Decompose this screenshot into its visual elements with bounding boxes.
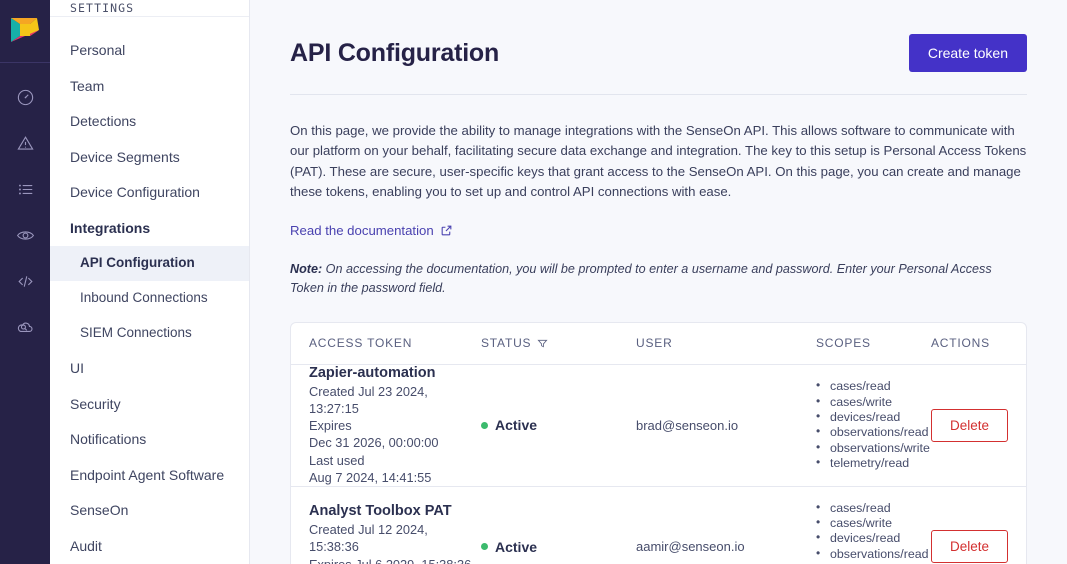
column-header-actions: ACTIONS	[931, 336, 990, 351]
token-expires-value: Dec 31 2026, 00:00:00	[309, 435, 439, 451]
status-badge: Active	[495, 417, 538, 434]
table-row: Analyst Toolbox PAT Created Jul 12 2024,…	[291, 487, 1026, 564]
main-content: API Configuration Create token On this p…	[250, 0, 1067, 564]
status-cell: Active	[481, 417, 636, 433]
delete-token-button[interactable]: Delete	[931, 408, 1009, 442]
user-email: brad@senseon.io	[636, 417, 739, 433]
sidebar-item-senseon[interactable]: SenseOn	[50, 493, 249, 529]
sidebar-subitem-inbound-connections[interactable]: Inbound Connections	[50, 281, 249, 316]
token-info-cell: Zapier-automation Created Jul 23 2024, 1…	[291, 365, 481, 487]
alerts-warning-icon[interactable]	[0, 123, 50, 163]
column-header-status-label: STATUS	[481, 336, 532, 351]
senseon-logo[interactable]	[7, 12, 43, 48]
table-row: Zapier-automation Created Jul 23 2024, 1…	[291, 364, 1026, 488]
list-icon[interactable]	[0, 169, 50, 209]
create-token-button[interactable]: Create token	[908, 34, 1027, 72]
scope-item: cases/write	[816, 394, 931, 410]
token-lastused-label: Last used	[309, 452, 365, 468]
sidebar-item-device-configuration[interactable]: Device Configuration	[50, 175, 249, 211]
sidebar-nav-list: Personal Team Detections Device Segments…	[50, 17, 249, 564]
sidebar-item-audit[interactable]: Audit	[50, 529, 249, 564]
sidebar-item-detections[interactable]: Detections	[50, 104, 249, 140]
status-cell: Active	[481, 539, 636, 555]
icon-rail	[0, 0, 50, 564]
column-header-access-token: ACCESS TOKEN	[309, 336, 413, 351]
header-divider	[290, 94, 1027, 95]
read-documentation-label: Read the documentation	[290, 222, 434, 238]
column-header-user: USER	[636, 336, 673, 351]
intro-paragraph: On this page, we provide the ability to …	[290, 123, 1027, 200]
actions-cell: Delete	[931, 408, 1026, 442]
filter-icon[interactable]	[537, 338, 548, 349]
scopes-cell: cases/read cases/write devices/read obse…	[816, 378, 931, 471]
scope-item: devices/read	[816, 530, 931, 546]
code-brackets-icon[interactable]	[0, 261, 50, 301]
scope-item: devices/read	[816, 409, 931, 425]
token-name: Analyst Toolbox PAT	[309, 503, 452, 520]
sidebar-item-security[interactable]: Security	[50, 387, 249, 423]
scope-item: telemetry/read	[816, 455, 931, 471]
settings-sidebar: SETTINGS Personal Team Detections Device…	[50, 0, 250, 564]
scope-item: cases/read	[816, 500, 931, 516]
scope-item: observations/read	[816, 546, 931, 562]
tokens-table: ACCESS TOKEN STATUS USER SCOPES ACTIONS …	[290, 321, 1027, 564]
note-label: Note:	[290, 261, 323, 276]
token-created: Created Jul 23 2024, 13:27:15	[309, 383, 428, 416]
table-header-row: ACCESS TOKEN STATUS USER SCOPES ACTIONS	[291, 323, 1026, 365]
token-name: Zapier-automation	[309, 364, 436, 381]
sidebar-header: SETTINGS	[50, 0, 249, 18]
token-expires-label: Expires	[309, 418, 352, 434]
sidebar-item-integrations[interactable]: Integrations	[50, 211, 249, 247]
sidebar-item-device-segments[interactable]: Device Segments	[50, 140, 249, 176]
scope-item: observations/read	[816, 424, 931, 440]
page-title: API Configuration	[290, 38, 500, 67]
actions-cell: Delete	[931, 530, 1026, 564]
token-info-cell: Analyst Toolbox PAT Created Jul 12 2024,…	[291, 503, 481, 564]
observations-eye-icon[interactable]	[0, 215, 50, 255]
sidebar-item-ui[interactable]: UI	[50, 351, 249, 387]
sidebar-item-notifications[interactable]: Notifications	[50, 422, 249, 458]
sidebar-subitem-api-configuration[interactable]: API Configuration	[50, 246, 249, 282]
token-lastused-value: Aug 7 2024, 14:41:55	[309, 469, 432, 485]
note-body: On accessing the documentation, you will…	[290, 261, 992, 295]
read-documentation-link[interactable]: Read the documentation	[290, 223, 453, 238]
scope-item: observations/write	[816, 440, 931, 456]
status-dot-icon	[481, 421, 488, 429]
scopes-list: cases/read cases/write devices/read obse…	[816, 378, 931, 471]
scopes-list: cases/read cases/write devices/read obse…	[816, 500, 931, 564]
token-created: Created Jul 12 2024, 15:38:36	[309, 522, 428, 555]
dashboard-gauge-icon[interactable]	[0, 77, 50, 117]
app-root: SETTINGS Personal Team Detections Device…	[0, 0, 1067, 564]
sidebar-item-endpoint-agent-software[interactable]: Endpoint Agent Software	[50, 458, 249, 494]
scopes-cell: cases/read cases/write devices/read obse…	[816, 500, 931, 564]
delete-token-button[interactable]: Delete	[931, 530, 1009, 564]
page-header: API Configuration Create token	[290, 0, 1027, 72]
external-link-icon	[441, 225, 452, 236]
sidebar-subitem-siem-connections[interactable]: SIEM Connections	[50, 316, 249, 351]
sidebar-item-team[interactable]: Team	[50, 69, 249, 105]
column-header-status[interactable]: STATUS	[481, 336, 636, 350]
status-dot-icon	[481, 543, 488, 551]
status-badge: Active	[495, 538, 538, 555]
user-email: aamir@senseon.io	[636, 539, 745, 555]
cloud-search-icon[interactable]	[0, 307, 50, 347]
column-header-scopes: SCOPES	[816, 336, 871, 351]
scope-item: cases/write	[816, 515, 931, 531]
token-expires: Expires Jul 6 2029, 15:38:36	[309, 556, 481, 564]
note-text: Note: On accessing the documentation, yo…	[290, 260, 1027, 298]
scope-item: cases/read	[816, 378, 931, 394]
sidebar-item-personal[interactable]: Personal	[50, 33, 249, 69]
rail-divider	[0, 62, 50, 63]
